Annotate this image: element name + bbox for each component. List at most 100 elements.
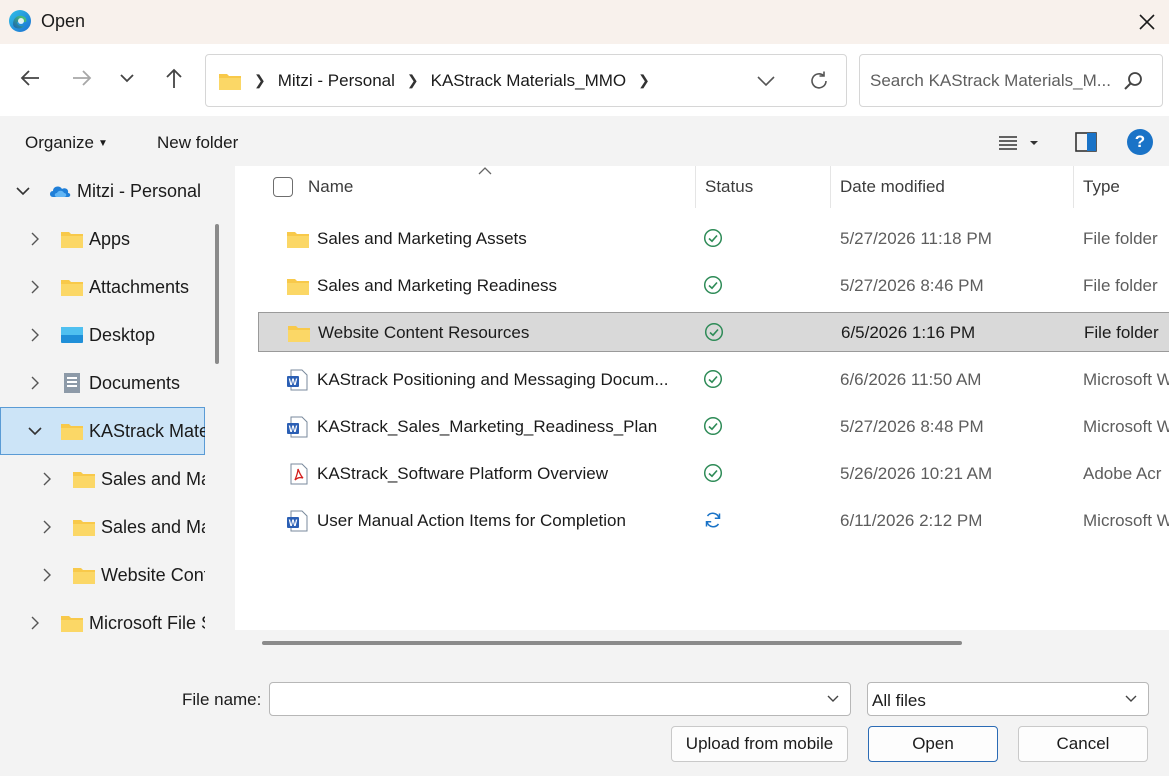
file-list: Name Status Date modified Type Sales and… [235,166,1169,656]
file-row[interactable]: W User Manual Action Items for Completio… [258,501,1169,541]
up-button[interactable] [158,62,190,94]
folder-icon [73,568,95,584]
file-row[interactable]: W KAStrack Positioning and Messaging Doc… [258,360,1169,400]
file-name-input[interactable] [276,688,816,710]
file-row[interactable]: Sales and Marketing Readiness 5/27/2026 … [258,266,1169,306]
change-view-button[interactable] [998,130,1048,156]
chevron-right-icon[interactable] [28,280,42,294]
file-name-combobox[interactable] [269,682,851,716]
sort-ascending-icon [478,167,492,175]
address-bar[interactable]: ❯ Mitzi - Personal ❯ KAStrack Materials_… [205,54,847,107]
breadcrumb-separator[interactable]: ❯ [638,72,650,89]
edge-browser-icon [9,10,31,32]
breadcrumb-item[interactable]: KAStrack Materials_MMO [431,71,627,91]
pdf-doc-icon [290,463,308,485]
address-dropdown-button[interactable] [752,68,780,94]
search-box[interactable] [859,54,1163,107]
file-type-filter-value: All files [872,691,926,710]
chevron-right-icon[interactable] [28,616,42,630]
folder-icon [61,616,83,632]
chevron-right-icon[interactable] [28,232,42,246]
back-button[interactable] [14,62,46,94]
column-header-type[interactable]: Type [1083,166,1120,208]
sidebar-item-website-content[interactable]: Website Content Resources [0,551,205,599]
column-header-date-modified[interactable]: Date modified [840,166,945,208]
file-date: 5/27/2026 8:48 PM [840,417,984,436]
help-button[interactable]: ? [1127,129,1153,155]
column-header-status[interactable]: Status [705,166,753,208]
svg-text:W: W [289,424,298,434]
recent-locations-button[interactable] [111,62,143,94]
word-doc-icon: W [287,510,308,532]
sidebar-item-label: Attachments [89,276,190,297]
arrow-right-icon [73,70,92,86]
new-folder-button[interactable]: New folder [157,133,238,153]
column-header-name[interactable]: Name [308,166,353,208]
horizontal-scrollbar[interactable] [262,641,962,645]
file-name: KAStrack_Sales_Marketing_Readiness_Plan [317,417,658,436]
file-date: 6/6/2026 11:50 AM [840,370,982,389]
refresh-icon [811,71,827,89]
sidebar-item-desktop[interactable]: Desktop [0,311,205,359]
sidebar-item-documents[interactable]: Documents [0,359,205,407]
close-icon [1139,14,1155,30]
sidebar-item-label: KAStrack Materials_MMO [89,420,205,441]
window-title: Open [41,11,86,31]
sidebar-item-kastrack-materials[interactable]: KAStrack Materials_MMO [0,407,205,455]
forward-button[interactable] [66,62,98,94]
sidebar-item-attachments[interactable]: Attachments [0,263,205,311]
synced-check-icon [703,416,723,436]
file-row[interactable]: W KAStrack_Sales_Marketing_Readiness_Pla… [258,407,1169,447]
file-row[interactable]: Sales and Marketing Assets 5/27/2026 11:… [258,219,1169,259]
sidebar-item-apps[interactable]: Apps [0,215,205,263]
cancel-button[interactable]: Cancel [1018,726,1148,762]
refresh-button[interactable] [804,66,834,96]
chevron-down-icon[interactable] [16,184,30,198]
chevron-right-icon[interactable] [40,568,54,582]
chevron-right-icon[interactable] [40,520,54,534]
sidebar-item-label: Sales and Marketing Assets [101,468,205,489]
organize-menu-button[interactable]: Organize ▼ [25,133,108,153]
select-all-checkbox[interactable] [273,177,293,197]
onedrive-cloud-icon [50,186,71,197]
word-doc-icon: W [287,416,308,438]
preview-pane-icon[interactable] [1074,130,1098,154]
breadcrumb-item[interactable]: Mitzi - Personal [278,71,395,91]
desktop-icon [61,327,83,343]
pane-splitter[interactable] [205,166,235,656]
sidebar-item-sales-marketing-readiness[interactable]: Sales and Marketing Readiness [0,503,205,551]
folder-icon [61,424,83,440]
chevron-down-icon[interactable] [28,424,42,438]
upload-from-mobile-button[interactable]: Upload from mobile [671,726,848,762]
open-button[interactable]: Open [868,726,998,762]
chevron-right-icon[interactable] [28,328,42,342]
column-divider[interactable] [695,166,696,208]
file-date: 5/27/2026 8:46 PM [840,276,984,295]
file-row-selected[interactable]: Website Content Resources 6/5/2026 1:16 … [258,312,1169,352]
synced-check-icon [703,369,723,389]
command-bar: Organize ▼ New folder ? [0,116,1169,166]
sidebar-item-label: Documents [89,372,181,393]
file-date: 6/5/2026 1:16 PM [841,323,976,342]
chevron-right-icon[interactable] [40,472,54,486]
sidebar-item-sales-marketing-assets[interactable]: Sales and Marketing Assets [0,455,205,503]
folder-icon [61,232,83,248]
chevron-down-icon[interactable] [826,692,840,706]
sidebar-item-microsoft-file-share[interactable]: Microsoft File Share [0,599,205,647]
column-divider[interactable] [830,166,831,208]
documents-icon [64,373,80,393]
word-doc-icon: W [287,369,308,391]
column-divider[interactable] [1073,166,1074,208]
close-button[interactable] [1129,4,1165,40]
navigation-scrollbar[interactable] [215,224,219,364]
sidebar-item-label: Microsoft File Share [89,612,205,633]
file-type-filter-select[interactable]: All files [867,682,1149,716]
search-input[interactable] [870,69,1120,93]
file-name: KAStrack Positioning and Messaging Docum… [317,370,669,389]
search-icon [1124,72,1142,90]
folder-icon [61,280,83,296]
file-row[interactable]: KAStrack_Software Platform Overview 5/26… [258,454,1169,494]
chevron-right-icon[interactable] [28,376,42,390]
sidebar-item-mitzi-personal[interactable]: Mitzi - Personal [0,167,205,215]
chevron-down-icon [1125,695,1137,702]
